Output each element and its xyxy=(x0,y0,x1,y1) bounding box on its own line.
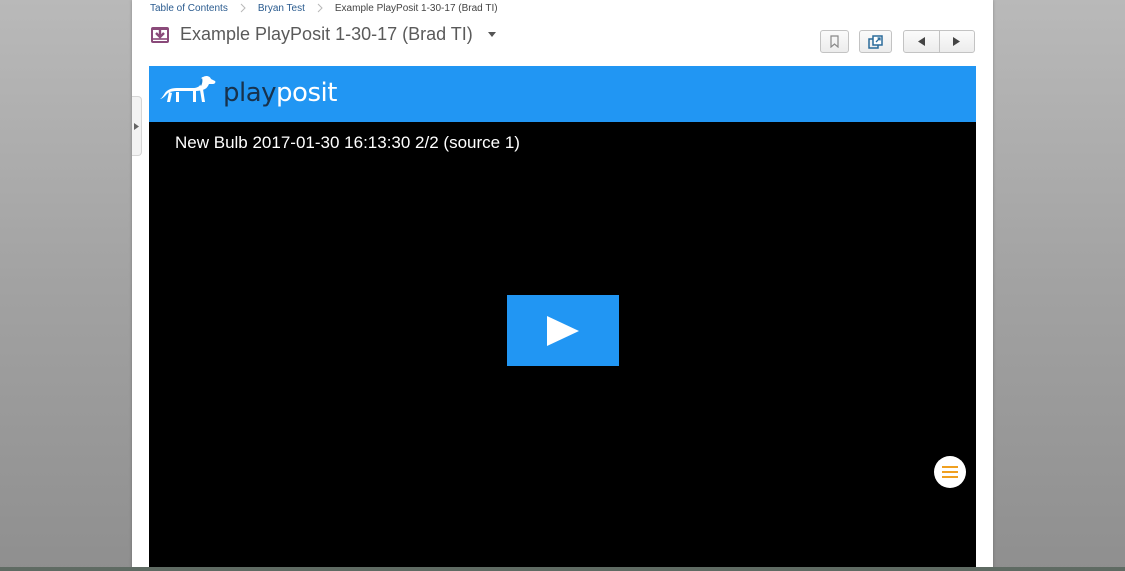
video-title: New Bulb 2017-01-30 16:13:30 2/2 (source… xyxy=(175,133,520,152)
triangle-left-icon xyxy=(917,37,925,46)
title-dropdown-caret-icon[interactable] xyxy=(487,29,497,39)
breadcrumb-item-bryan-test[interactable]: Bryan Test xyxy=(258,3,305,14)
title-row: Example PlayPosit 1-30-17 (Brad TI) xyxy=(150,22,497,46)
download-tray-icon xyxy=(150,24,170,44)
breadcrumb-item-table-of-contents[interactable]: Table of Contents xyxy=(150,3,228,14)
prev-next-nav xyxy=(903,30,975,53)
breadcrumb-current: Example PlayPosit 1-30-17 (Brad TI) xyxy=(334,2,498,14)
window-bottom-edge xyxy=(0,567,1125,571)
previous-button[interactable] xyxy=(904,31,939,52)
playposit-logo: playposit xyxy=(159,69,337,117)
hamburger-menu-icon xyxy=(942,466,958,478)
question-menu-button[interactable] xyxy=(934,456,966,488)
sidebar-expand-tab[interactable] xyxy=(132,96,142,156)
play-icon xyxy=(547,315,579,346)
playposit-embed: playposit New Bulb 2017-01-30 16:13:30 2… xyxy=(149,66,976,571)
open-new-window-button[interactable] xyxy=(859,30,892,53)
play-button[interactable] xyxy=(507,295,619,366)
content-page: Table of Contents Bryan Test Example Pla… xyxy=(132,0,993,571)
page-title: Example PlayPosit 1-30-17 (Brad TI) xyxy=(180,23,473,44)
next-button[interactable] xyxy=(938,31,975,52)
bookmark-icon xyxy=(830,35,839,48)
chevron-right-icon xyxy=(134,122,139,130)
triangle-right-icon xyxy=(953,37,961,46)
breadcrumb: Table of Contents Bryan Test Example Pla… xyxy=(150,2,498,14)
chevron-right-icon xyxy=(317,3,323,13)
dachshund-icon xyxy=(160,75,216,102)
playposit-header: playposit xyxy=(149,66,976,122)
playposit-wordmark: playposit xyxy=(223,78,337,108)
new-window-icon xyxy=(868,34,883,49)
chevron-right-icon xyxy=(240,3,246,13)
bookmark-button[interactable] xyxy=(820,30,849,53)
